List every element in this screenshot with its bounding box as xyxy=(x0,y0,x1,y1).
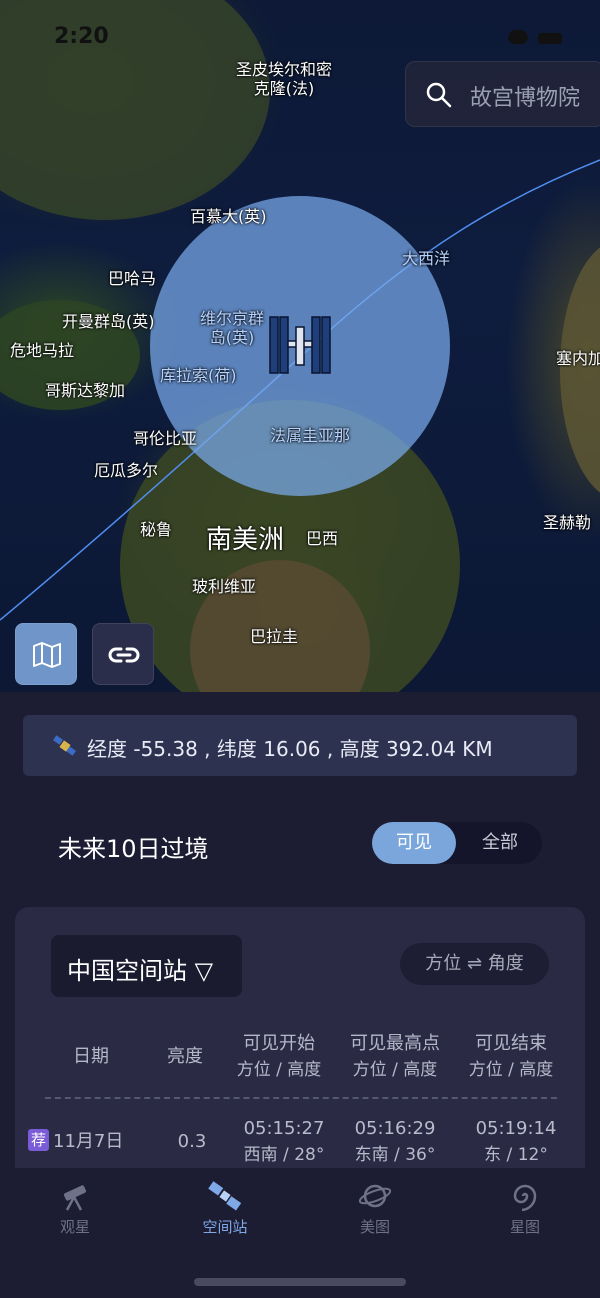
home-indicator[interactable] xyxy=(194,1278,406,1286)
map-label-brazil: 巴西 xyxy=(306,529,339,548)
station-select-label: 中国空间站 ▽ xyxy=(67,957,214,985)
row-start: 05:15:27 西南 / 28° xyxy=(243,1118,325,1165)
header-divider xyxy=(45,1097,557,1099)
tab-gallery[interactable]: 美图 xyxy=(325,1180,425,1237)
header-brightness: 亮度 xyxy=(167,1046,203,1067)
map-label-virgin-islands: 维尔京群 岛(英) xyxy=(200,309,265,348)
map-label-st-helena: 圣赫勒 xyxy=(543,513,592,532)
map-label-st-pierre: 圣皮埃尔和密 克隆(法) xyxy=(236,60,333,99)
map-label-bermuda: 百慕大(英) xyxy=(190,207,267,226)
header-date: 日期 xyxy=(73,1046,109,1067)
row-peak: 05:16:29 东南 / 36° xyxy=(354,1118,436,1165)
position-readout: 经度 -55.38 , 纬度 16.06 , 高度 392.04 KM xyxy=(87,737,493,761)
map-label-french-guiana: 法属圭亚那 xyxy=(270,426,351,445)
recommended-badge: 荐 xyxy=(28,1129,49,1151)
map-label-bahamas: 巴哈马 xyxy=(108,269,157,288)
passes-title: 未来10日过境 xyxy=(58,835,209,863)
map-label-curacao: 库拉索(荷) xyxy=(160,366,237,385)
header-peak: 可见最高点 方位 / 高度 xyxy=(350,1033,440,1080)
search-icon xyxy=(426,82,452,108)
map-label-costa-rica: 哥斯达黎加 xyxy=(45,381,126,400)
map-label-peru: 秘鲁 xyxy=(140,520,173,539)
tab-label: 空间站 xyxy=(202,1218,248,1236)
row-brightness: 0.3 xyxy=(177,1131,207,1152)
map-label-paraguay: 巴拉圭 xyxy=(250,627,299,646)
planet-icon xyxy=(358,1184,392,1208)
row-end: 05:19:14 东 / 12° xyxy=(475,1118,557,1165)
map-label-guatemala: 危地马拉 xyxy=(10,341,75,360)
tab-star-map[interactable]: 星图 xyxy=(475,1180,575,1237)
filter-all-button[interactable]: 全部 xyxy=(458,822,542,864)
map-label-senegal: 塞内加 xyxy=(556,349,600,368)
map-label-ecuador: 厄瓜多尔 xyxy=(94,461,159,480)
map-label-south-america: 南美洲 xyxy=(206,525,285,555)
azimuth-angle-toggle[interactable]: 方位 ⇌ 角度 xyxy=(400,943,549,985)
space-station-icon[interactable] xyxy=(268,313,332,377)
map-type-button[interactable] xyxy=(15,623,77,685)
share-link-button[interactable] xyxy=(92,623,154,685)
filter-visible-button[interactable]: 可见 xyxy=(372,822,456,864)
header-end: 可见结束 方位 / 高度 xyxy=(468,1033,554,1080)
header-start: 可见开始 方位 / 高度 xyxy=(236,1033,322,1080)
search-bar[interactable]: 故宫博物院 xyxy=(405,61,600,127)
telescope-icon xyxy=(63,1185,87,1211)
satellite-map[interactable]: 圣皮埃尔和密 克隆(法) 百慕大(英) 巴哈马 大西洋 开曼群岛(英) 维尔京群… xyxy=(0,0,600,692)
galaxy-icon xyxy=(513,1184,537,1212)
map-label-colombia: 哥伦比亚 xyxy=(133,429,198,448)
satellite-icon xyxy=(208,1181,242,1211)
tab-label: 星图 xyxy=(509,1218,540,1236)
map-label-bolivia: 玻利维亚 xyxy=(192,577,257,596)
map-label-cayman: 开曼群岛(英) xyxy=(62,312,155,331)
station-position-bar: 经度 -55.38 , 纬度 16.06 , 高度 392.04 KM xyxy=(23,715,577,776)
row-date: 11月7日 xyxy=(53,1131,124,1152)
status-icons xyxy=(508,30,562,44)
status-time: 2:20 xyxy=(54,24,109,49)
tab-label: 观星 xyxy=(59,1218,90,1236)
satellite-icon xyxy=(53,735,76,756)
link-icon xyxy=(108,647,140,663)
station-select[interactable]: 中国空间站 ▽ xyxy=(51,935,242,997)
passes-card: 中国空间站 ▽ 方位 ⇌ 角度 日期 亮度 可见开始 方位 / 高度 可见最高点方… xyxy=(15,907,585,1207)
tab-stargazing[interactable]: 观星 xyxy=(25,1180,125,1237)
tab-label: 美图 xyxy=(359,1218,390,1236)
tab-space-station[interactable]: 空间站 xyxy=(175,1180,275,1237)
search-placeholder: 故宫博物院 xyxy=(470,86,581,111)
map-icon xyxy=(33,642,61,668)
map-label-atlantic: 大西洋 xyxy=(402,249,451,268)
visibility-filter: 可见 全部 xyxy=(372,822,542,864)
